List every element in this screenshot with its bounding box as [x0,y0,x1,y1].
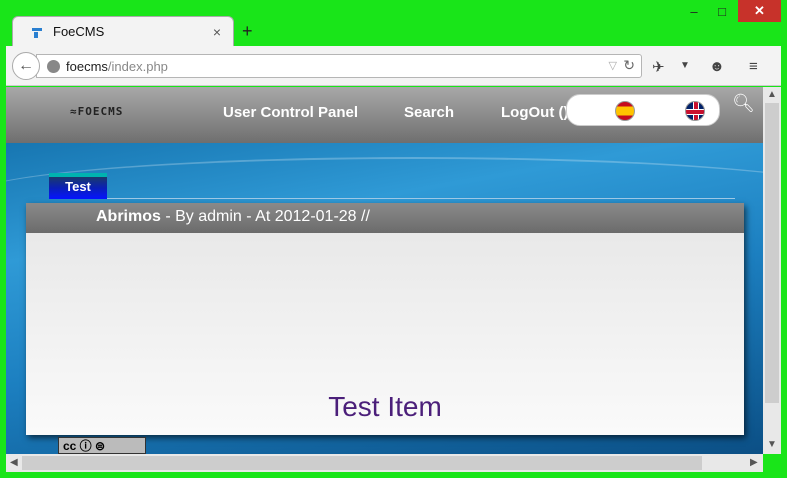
page-viewport: ≈FOECMS User Control Panel Search LogOut… [6,87,763,454]
creative-commons-badge[interactable]: cc ⓘ ⊜ [58,437,146,454]
close-window-button[interactable]: ✕ [738,0,781,22]
browser-window: – □ ✕ FoeCMS × + foecms/index.php ▽ ↻ ← … [0,0,787,478]
scroll-down-icon[interactable]: ▼ [767,439,777,450]
vertical-scroll-thumb[interactable] [765,103,779,403]
scroll-right-icon[interactable]: ▶ [750,457,758,468]
site-navbar: ≈FOECMS User Control Panel Search LogOut… [6,87,763,143]
uk-flag-icon[interactable] [685,101,705,121]
post-title[interactable]: Abrimos [96,208,161,225]
url-host: foecms [66,58,108,74]
scroll-up-icon[interactable]: ▲ [767,89,777,100]
back-button[interactable]: ← [12,52,40,80]
horizontal-scroll-thumb[interactable] [22,456,702,470]
spain-flag-icon[interactable] [615,101,635,121]
browser-tab[interactable]: FoeCMS × [12,16,234,46]
site-logo[interactable]: ≈FOECMS [70,105,123,118]
addon-dropdown-icon[interactable]: ▼ [680,60,690,71]
tab-title: FoeCMS [53,24,105,39]
url-bar[interactable]: foecms/index.php ▽ ↻ [36,54,642,78]
reload-icon[interactable]: ↻ [623,57,635,74]
nav-user-control-panel[interactable]: User Control Panel [223,104,358,121]
nav-search[interactable]: Search [404,104,454,121]
language-selector [566,94,720,126]
post-meta: - By admin - At 2012-01-28 // [160,208,370,225]
new-tab-button[interactable]: + [242,21,253,42]
addon-icon[interactable]: ✈ [652,58,665,76]
smiley-feedback-icon[interactable]: ☻ [709,58,725,75]
back-arrow-icon: ← [18,57,34,74]
hamburger-menu-icon[interactable]: ≡ [749,58,758,75]
vertical-scrollbar[interactable]: ▲ ▼ [763,87,781,454]
horizontal-scrollbar[interactable]: ◀ ▶ [6,454,763,472]
tab-test[interactable]: Test [49,173,107,199]
tab-close-icon[interactable]: × [213,24,221,40]
url-path: /index.php [107,58,168,74]
tab-divider [107,198,735,199]
nav-logout[interactable]: LogOut () [501,104,568,121]
post-card: Abrimos - By admin - At 2012-01-28 // Te… [26,203,744,435]
url-history-dropdown-icon[interactable]: ▽ [609,59,617,72]
post-body-title: Test Item [328,391,442,422]
post-header: Abrimos - By admin - At 2012-01-28 // [26,203,744,233]
browser-toolbar: foecms/index.php ▽ ↻ ← ✈ ▼ ☻ ≡ [6,46,781,86]
scroll-left-icon[interactable]: ◀ [10,457,18,468]
foecms-favicon-icon [32,27,42,38]
globe-icon [47,59,60,73]
minimize-button[interactable]: – [679,0,709,22]
search-icon[interactable]: 🔍︎ [732,93,755,114]
maximize-button[interactable]: □ [707,0,737,22]
